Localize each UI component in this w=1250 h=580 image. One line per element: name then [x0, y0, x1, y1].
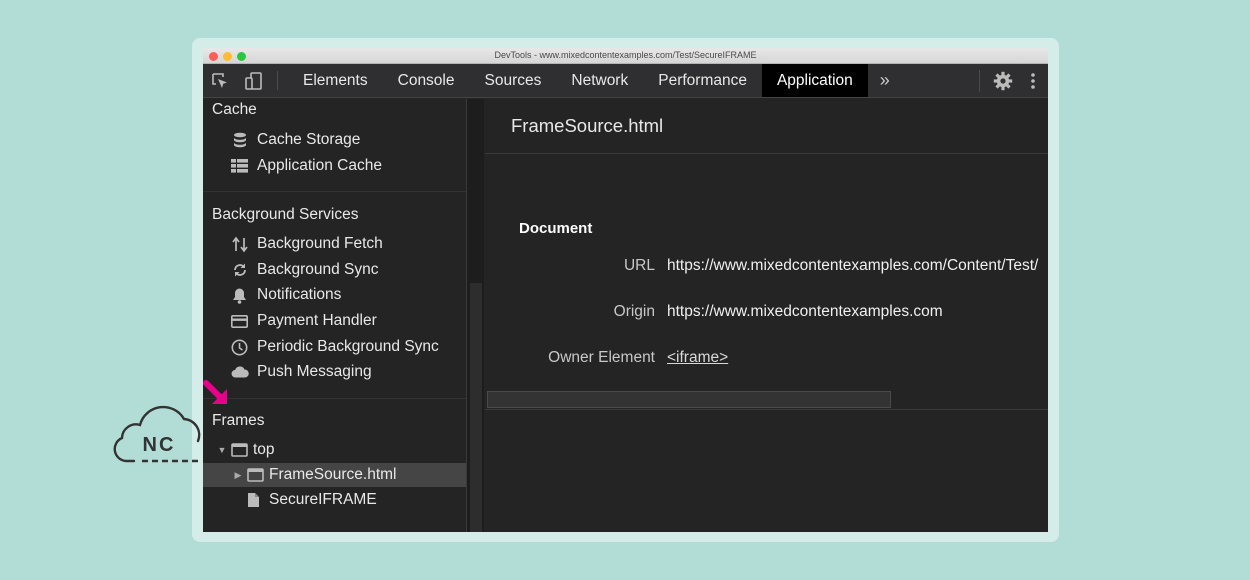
more-options-kebab-icon[interactable]: [1018, 64, 1048, 98]
application-sidebar: Cache Cache Storage Application Cache Ba…: [203, 99, 466, 532]
frame-tree-item-secureiframe[interactable]: SecureIFRAME: [203, 488, 466, 512]
devtools-toolbar: Elements Console Sources Network Perform…: [203, 64, 1048, 98]
credit-card-icon: [230, 312, 249, 330]
clock-icon: [230, 338, 249, 356]
pointer-arrow-icon: [203, 380, 227, 404]
settings-gear-icon[interactable]: [988, 64, 1018, 98]
sidebar-item-background-fetch[interactable]: Background Fetch: [230, 233, 383, 255]
section-divider: [203, 398, 466, 399]
sidebar-item-background-sync[interactable]: Background Sync: [230, 259, 379, 281]
expanded-triangle-icon[interactable]: ▼: [217, 445, 227, 455]
frame-details-panel: FrameSource.html Document URL https://ww…: [485, 99, 1048, 532]
tab-elements[interactable]: Elements: [288, 64, 383, 97]
section-divider: [203, 191, 466, 192]
owner-element-link[interactable]: <iframe>: [667, 349, 728, 367]
sidebar-item-label: Notifications: [257, 286, 342, 303]
sidebar-item-label: Periodic Background Sync: [257, 338, 439, 355]
sync-icon: [230, 261, 249, 279]
url-label: URL: [623, 257, 655, 274]
window-title: DevTools - www.mixedcontentexamples.com/…: [494, 50, 757, 60]
sidebar-item-cache-storage[interactable]: Cache Storage: [230, 129, 360, 151]
frame-window-icon: [247, 468, 264, 482]
title-divider: [485, 153, 1048, 154]
sidebar-item-payment-handler[interactable]: Payment Handler: [230, 310, 377, 332]
tab-network[interactable]: Network: [556, 64, 643, 97]
section-heading-background-services: Background Services: [212, 206, 359, 223]
tab-console[interactable]: Console: [383, 64, 470, 97]
tab-application[interactable]: Application: [761, 64, 868, 97]
sidebar-item-label: Application Cache: [257, 157, 382, 174]
devtools-window: DevTools - www.mixedcontentexamples.com/…: [203, 48, 1048, 532]
grid-icon: [230, 157, 249, 175]
sidebar-item-label: Push Messaging: [257, 363, 372, 380]
more-tabs-icon[interactable]: »: [868, 64, 902, 97]
toolbar-separator: [979, 70, 980, 92]
origin-value: https://www.mixedcontentexamples.com: [667, 303, 943, 320]
toolbar-separator: [277, 71, 278, 90]
sidebar-item-label: Background Fetch: [257, 235, 383, 252]
frame-tree-item-top[interactable]: ▼ top: [203, 438, 466, 462]
document-icon: [248, 493, 259, 507]
frame-tree-label: top: [253, 441, 275, 458]
bell-icon: [230, 286, 249, 304]
inspect-element-icon[interactable]: [203, 64, 237, 97]
sidebar-scrollbar-thumb[interactable]: [470, 283, 482, 532]
sidebar-scrollbar[interactable]: [466, 99, 484, 532]
owner-element-label: Owner Element: [548, 349, 655, 366]
sidebar-item-notifications[interactable]: Notifications: [230, 284, 341, 306]
title-bar: DevTools - www.mixedcontentexamples.com/…: [203, 48, 1048, 64]
sidebar-item-label: Background Sync: [257, 261, 379, 278]
sidebar-item-application-cache[interactable]: Application Cache: [230, 155, 382, 177]
frame-window-icon: [231, 443, 248, 457]
database-icon: [230, 131, 249, 149]
device-toolbar-icon[interactable]: [237, 64, 271, 97]
section-divider: [485, 409, 1048, 410]
sidebar-item-label: Cache Storage: [257, 131, 361, 148]
up-down-arrows-icon: [230, 235, 249, 253]
collapsed-triangle-icon[interactable]: ▶: [233, 470, 243, 481]
tab-performance[interactable]: Performance: [643, 64, 762, 97]
tab-sources[interactable]: Sources: [470, 64, 557, 97]
frame-tree-label: SecureIFRAME: [269, 491, 377, 508]
logo-text: NC: [143, 434, 176, 456]
sidebar-item-label: Payment Handler: [257, 312, 377, 329]
frame-tree-item-framesource[interactable]: ▶ FrameSource.html: [203, 463, 466, 487]
page-title: FrameSource.html: [511, 115, 664, 136]
sidebar-item-periodic-background-sync[interactable]: Periodic Background Sync: [230, 336, 439, 358]
document-section-heading: Document: [519, 220, 593, 237]
origin-label: Origin: [613, 303, 655, 320]
horizontal-scrollbar[interactable]: [487, 391, 891, 408]
section-heading-frames: Frames: [212, 412, 265, 429]
nc-cloud-logo: NC: [113, 405, 201, 463]
url-value: https://www.mixedcontentexamples.com/Con…: [667, 257, 1039, 274]
sidebar-item-push-messaging[interactable]: Push Messaging: [230, 361, 372, 383]
cloud-icon: [230, 363, 249, 381]
section-heading-cache: Cache: [212, 101, 257, 118]
frame-tree-label: FrameSource.html: [269, 466, 397, 483]
